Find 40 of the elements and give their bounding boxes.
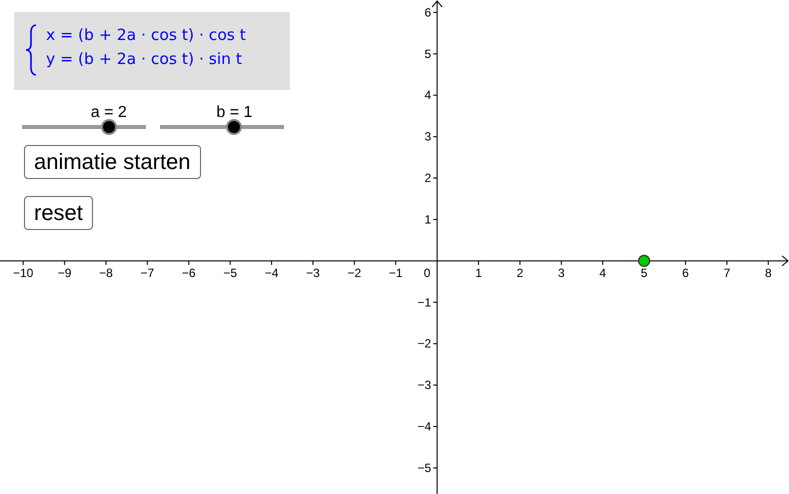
tick-label: −1 xyxy=(388,266,403,280)
slider-thumb[interactable] xyxy=(228,121,240,133)
tick-label: 3 xyxy=(424,130,432,144)
tick-label: −7 xyxy=(140,266,154,280)
tick-label: −5 xyxy=(223,266,237,280)
tick-label: −2 xyxy=(348,266,362,280)
tick-label: 8 xyxy=(764,266,772,280)
tick-label: 6 xyxy=(682,266,689,280)
action-button[interactable]: reset xyxy=(24,196,93,230)
tick-label: −4 xyxy=(417,420,432,434)
data-point xyxy=(638,254,650,267)
slider-label: a = 2 xyxy=(90,104,128,122)
tick-label: 2 xyxy=(424,171,432,186)
tick-label: 2 xyxy=(516,266,524,280)
brace-icon xyxy=(24,24,38,76)
tick-label: 4 xyxy=(599,266,606,280)
tick-label: −8 xyxy=(99,266,113,280)
slider-thumb[interactable] xyxy=(102,121,115,133)
slider-label: b = 1 xyxy=(215,104,254,122)
equation: x = (b + 2a · cos t) · cos t xyxy=(46,25,246,46)
origin-label: 0 xyxy=(424,266,430,280)
tick-label: −5 xyxy=(417,460,432,475)
tick-label: −6 xyxy=(182,266,196,280)
tick-label: −3 xyxy=(417,378,432,392)
tick-label: −1 xyxy=(417,295,432,310)
tick-label: 3 xyxy=(558,266,565,280)
tick-label: 7 xyxy=(724,266,730,280)
tick-label: 4 xyxy=(424,88,432,102)
action-button[interactable]: animatie starten xyxy=(24,145,201,179)
tick-label: 1 xyxy=(424,212,432,226)
tick-label: −3 xyxy=(306,266,320,280)
tick-label: 1 xyxy=(475,266,482,280)
tick-label: −10 xyxy=(13,266,34,280)
tick-label: −2 xyxy=(417,336,432,351)
tick-label: 5 xyxy=(640,266,648,280)
tick-label: 5 xyxy=(424,46,432,61)
equation: y = (b + 2a · cos t) · sin t xyxy=(46,49,244,70)
tick-label: −4 xyxy=(264,266,278,280)
tick-label: 6 xyxy=(424,5,432,20)
tick-label: −9 xyxy=(58,266,72,280)
